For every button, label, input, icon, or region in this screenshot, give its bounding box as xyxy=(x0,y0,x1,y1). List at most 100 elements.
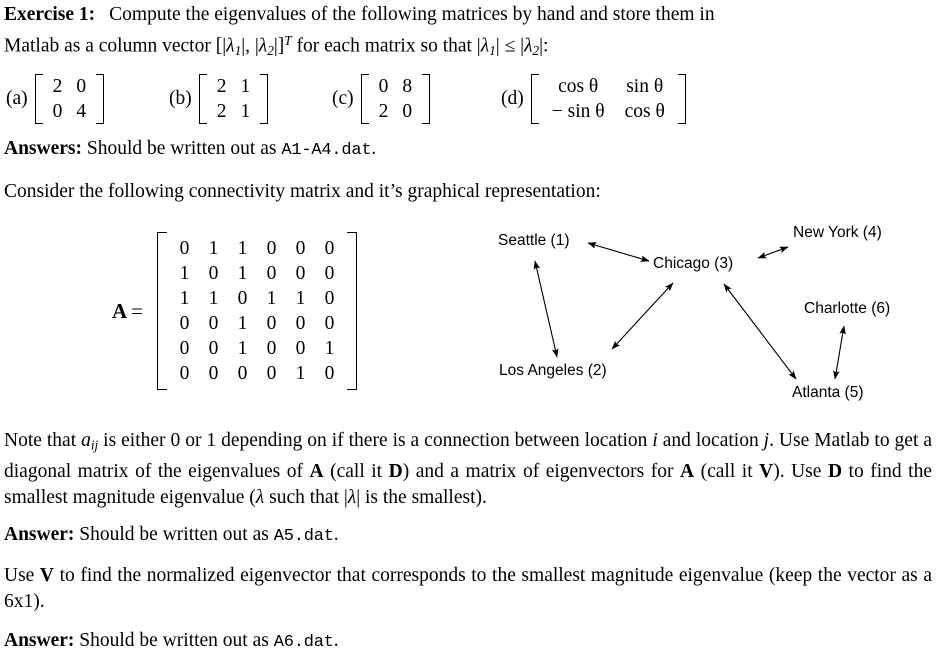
note-text-3: and location xyxy=(657,430,764,451)
matrix-D-ref-2: D xyxy=(827,460,843,482)
matrix-c-table: 0 8 2 0 xyxy=(372,74,420,124)
conn-cell-2-4: 1 xyxy=(295,288,306,309)
conn-cell-2-5: 0 xyxy=(324,288,335,309)
use-v-paragraph: Use V to find the normalized eigenvector… xyxy=(4,563,932,615)
table-row: 0 1 1 0 0 0 xyxy=(170,236,344,261)
graph-node-atlanta: Atlanta (5) xyxy=(792,384,864,401)
note-text-11: | is the smallest). xyxy=(356,486,487,508)
table-row: 1 1 0 1 1 0 xyxy=(170,286,344,311)
vector-close-bracket: |] xyxy=(273,35,285,57)
note-text-10: such that | xyxy=(264,486,348,508)
graph-node-newyork: New York (4) xyxy=(793,224,882,241)
conn-cell-5-5: 0 xyxy=(324,363,335,384)
conn-cell-1-2: 1 xyxy=(237,263,248,284)
lambda-1b-subscript: 1 xyxy=(489,43,496,59)
answers-line-2: Answer: Should be written out as A5.dat. xyxy=(4,523,339,549)
matrix-b-brackets: 2 1 2 1 xyxy=(198,74,269,124)
table-row: 0 0 0 0 1 0 xyxy=(170,361,344,386)
matrix-d-table: cos θ sin θ − sin θ cos θ xyxy=(542,74,675,124)
table-row: 0 0 1 0 0 1 xyxy=(170,336,344,361)
conn-cell-5-2: 0 xyxy=(237,363,248,384)
edge-seattle-chicago xyxy=(587,242,650,262)
lambda-1b-symbol: λ xyxy=(480,35,490,57)
table-row: 0 0 1 0 0 0 xyxy=(170,311,344,336)
connectivity-equals-sign: = xyxy=(131,298,144,323)
matrix-a-tag: (a) xyxy=(6,88,28,109)
matrix-d-cell-11: cos θ xyxy=(624,101,665,122)
matrix-c-cell-11: 0 xyxy=(402,101,413,122)
edge-chicago-newyork xyxy=(757,246,789,259)
lambda-2b-symbol: λ xyxy=(524,35,533,57)
graph-node-charlotte: Charlotte (6) xyxy=(804,300,891,317)
conn-cell-1-3: 0 xyxy=(266,263,277,284)
conn-cell-0-4: 0 xyxy=(295,238,306,259)
conn-cell-5-4: 1 xyxy=(295,363,306,384)
matrix-d-brackets: cos θ sin θ − sin θ cos θ xyxy=(530,74,686,124)
graph-node-seattle: Seattle (1) xyxy=(498,232,570,249)
answers-period-1: . xyxy=(371,138,377,159)
note-paragraph: Note that aij is either 0 or 1 depending… xyxy=(4,428,932,511)
conn-cell-1-5: 0 xyxy=(324,263,335,284)
matrix-c-brackets: 0 8 2 0 xyxy=(360,74,431,124)
matrix-A-ref-1: A xyxy=(309,460,324,482)
conn-cell-3-3: 0 xyxy=(266,313,277,334)
note-text-2: is either 0 or 1 depending on if there i… xyxy=(98,430,653,451)
answers-period-2: . xyxy=(333,524,339,545)
lambda-mid-bars: |, | xyxy=(241,35,259,57)
matrix-b-table: 2 1 2 1 xyxy=(210,74,258,124)
note-text-7: (call it xyxy=(694,460,760,482)
connectivity-matrix-label: A xyxy=(112,298,128,323)
matrix-c-cell-01: 8 xyxy=(402,76,413,97)
matrix-a-cell-11: 4 xyxy=(76,101,87,122)
matrix-d-cell-00: cos θ xyxy=(558,76,599,97)
conn-cell-3-4: 0 xyxy=(295,313,306,334)
graph-node-chicago: Chicago (3) xyxy=(653,255,734,272)
matrix-D-ref-1: D xyxy=(388,460,403,482)
conn-cell-4-3: 0 xyxy=(266,338,277,359)
matrix-A-ref-2: A xyxy=(680,460,695,482)
use-v-text-2: to find the normalized eigenvector that … xyxy=(4,565,932,612)
matrix-choice-d: (d) cos θ sin θ − sin θ cos θ xyxy=(501,68,686,130)
lambda-symbol-note-2: λ xyxy=(347,486,357,508)
exercise-label: Exercise 1: xyxy=(4,4,96,25)
matrix-choice-a: (a) 2 0 0 4 xyxy=(6,68,104,130)
note-text-6: ) and a matrix of eigenvectors for xyxy=(402,460,681,482)
matrix-choice-b: (b) 2 1 2 1 xyxy=(169,68,268,130)
conn-cell-0-0: 0 xyxy=(179,238,190,259)
answers-file-2: A5.dat xyxy=(273,527,334,546)
conn-cell-2-2: 0 xyxy=(237,288,248,309)
graph-node-losangeles: Los Angeles (2) xyxy=(499,362,607,379)
trailing-bar-colon: |: xyxy=(539,35,549,57)
conn-cell-4-0: 0 xyxy=(179,338,190,359)
answers-text-1: Should be written out as xyxy=(82,138,282,159)
conn-cell-3-1: 0 xyxy=(208,313,219,334)
matrix-a-brackets: 2 0 0 4 xyxy=(34,74,105,124)
matrix-b-cell-10: 2 xyxy=(216,101,227,122)
lambda-2-subscript: 2 xyxy=(267,43,274,59)
matrix-d-cell-10: − sin θ xyxy=(551,101,605,122)
matrix-d-cell-01: sin θ xyxy=(626,76,664,97)
answers-text-3: Should be written out as xyxy=(74,630,274,651)
edge-atlanta-charlotte xyxy=(833,325,846,380)
matrix-choices-row: (a) 2 0 0 4 (b) 2 1 2 1 (c) 0 8 2 0 (d) … xyxy=(6,68,934,130)
transpose-exponent: T xyxy=(284,33,292,48)
conn-cell-5-1: 0 xyxy=(208,363,219,384)
conn-cell-2-1: 1 xyxy=(208,288,219,309)
note-text-8: ). Use xyxy=(773,460,828,482)
matrix-b-tag: (b) xyxy=(169,88,192,109)
conn-cell-0-3: 0 xyxy=(266,238,277,259)
matrix-b-cell-01: 1 xyxy=(240,76,251,97)
a-ij-symbol: a xyxy=(81,430,91,451)
conn-cell-3-0: 0 xyxy=(179,313,190,334)
conn-cell-5-3: 0 xyxy=(266,363,277,384)
answers-label-1: Answers: xyxy=(4,138,82,159)
conn-cell-1-1: 0 xyxy=(208,263,219,284)
exercise-text-line2-post: for each matrix so that | xyxy=(291,35,481,57)
lambda-2-symbol: λ xyxy=(258,35,268,57)
answers-text-2: Should be written out as xyxy=(74,524,274,545)
consider-line: Consider the following connectivity matr… xyxy=(4,180,601,204)
conn-cell-0-1: 1 xyxy=(208,238,219,259)
matrix-choice-c: (c) 0 8 2 0 xyxy=(332,68,430,130)
matrix-a-cell-10: 0 xyxy=(52,101,63,122)
lambda-1-symbol: λ xyxy=(226,35,235,57)
